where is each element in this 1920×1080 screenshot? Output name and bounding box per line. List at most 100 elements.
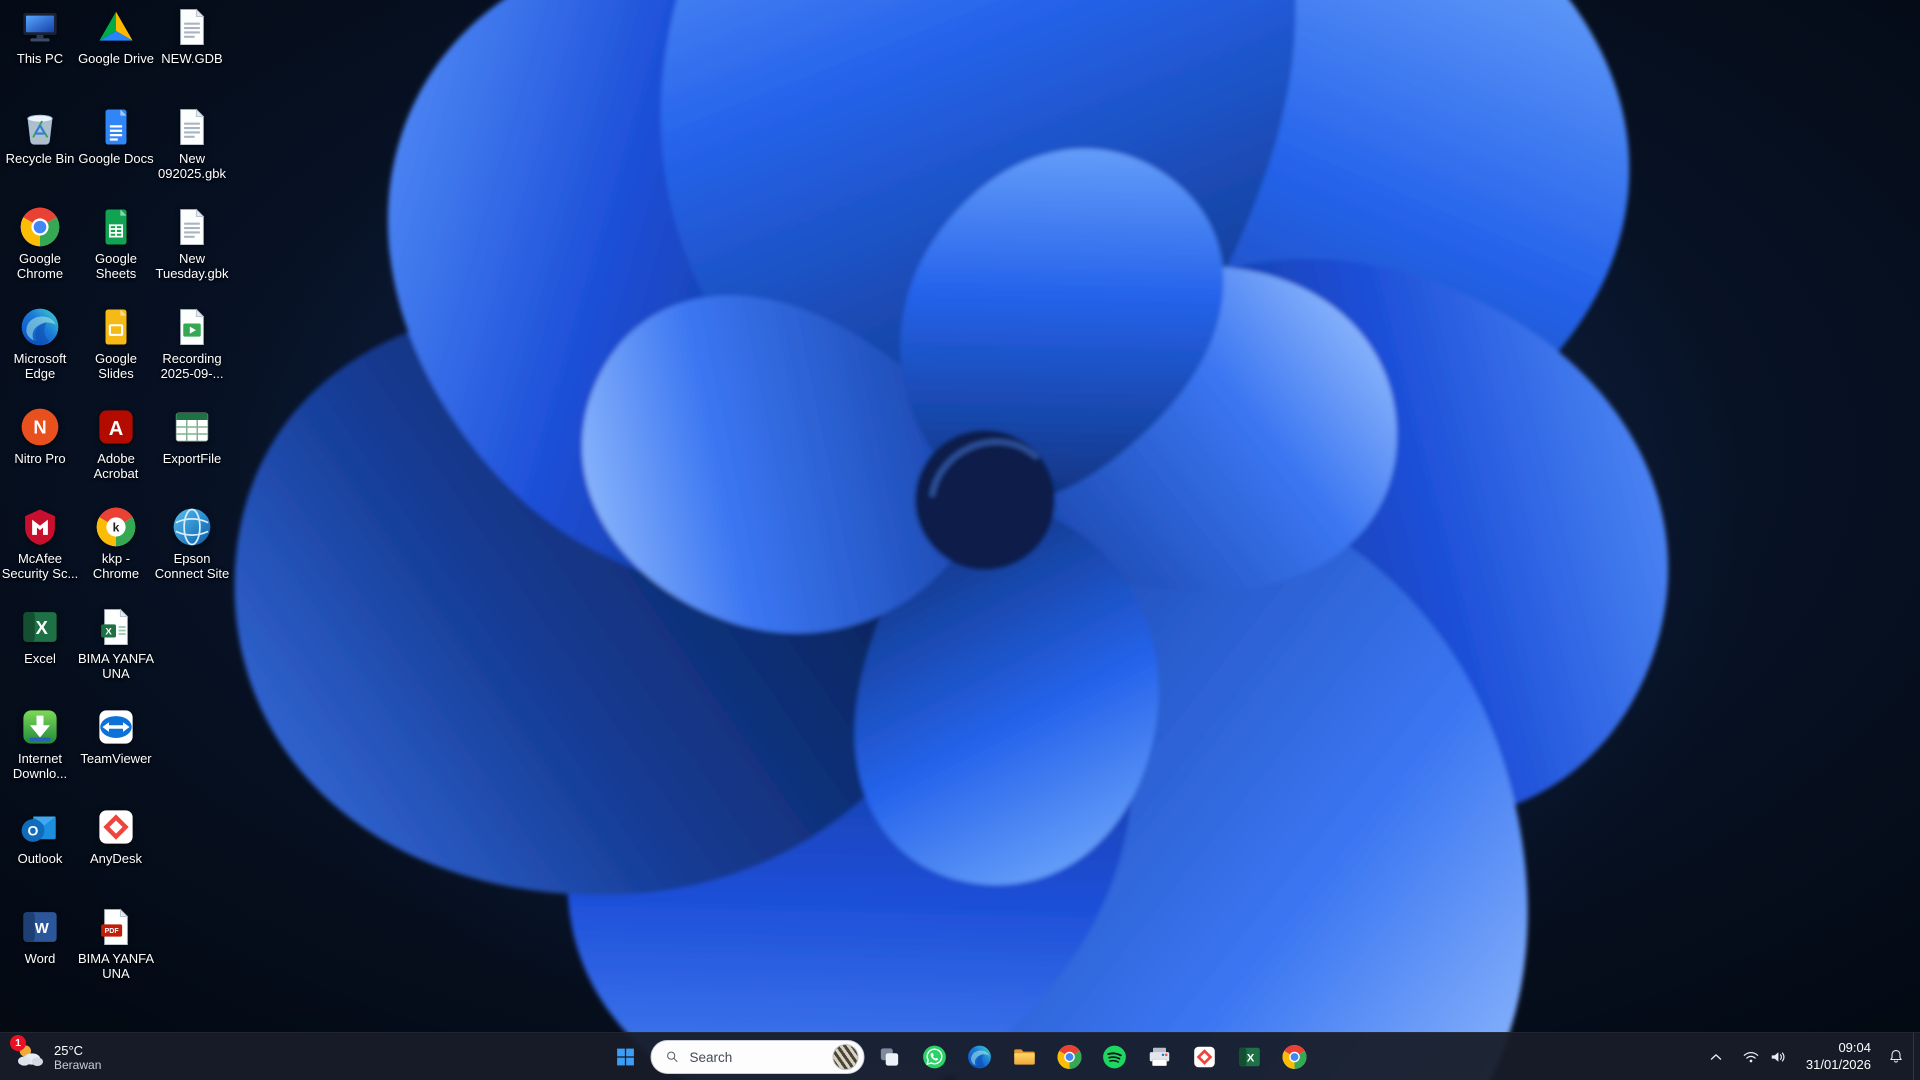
taskbar-whatsapp-button[interactable] xyxy=(915,1037,955,1077)
desktop-icon-new-092025-gbk[interactable]: New 092025.gbk xyxy=(153,106,231,182)
desktop-icon-internet-downlo[interactable]: Internet Downlo... xyxy=(1,706,79,782)
mcafee-icon xyxy=(19,506,61,548)
anydesk-icon xyxy=(95,806,137,848)
taskbar-task-view-button[interactable] xyxy=(870,1037,910,1077)
svg-text:A: A xyxy=(109,418,124,440)
taskbar-center: Search X xyxy=(606,1033,1315,1080)
taskbar-chrome-button-2[interactable] xyxy=(1275,1037,1315,1077)
desktop-icon-label: Google Slides xyxy=(77,352,155,382)
search-daily-image[interactable] xyxy=(833,1044,859,1070)
desktop-icon-microsoft-edge[interactable]: Microsoft Edge xyxy=(1,306,79,382)
desktop-icon-label: This PC xyxy=(17,52,63,67)
acrobat-icon: A xyxy=(95,406,137,448)
file-excel-icon: X xyxy=(95,606,137,648)
desktop-icon-exportfile[interactable]: ExportFile xyxy=(153,406,231,467)
desktop-icon-this-pc[interactable]: This PC xyxy=(1,6,79,67)
desktop-icon-epson-connect-site[interactable]: Epson Connect Site xyxy=(153,506,231,582)
weather-temperature: 25°C xyxy=(54,1043,101,1058)
desktop-icon-google-sheets[interactable]: Google Sheets xyxy=(77,206,155,282)
desktop-icon-label: Nitro Pro xyxy=(14,452,65,467)
desktop-icon-label: Recording 2025-09-... xyxy=(153,352,231,382)
epson-connect-icon xyxy=(171,506,213,548)
taskbar-chrome-button[interactable] xyxy=(1050,1037,1090,1077)
desktop-icon-label: Google Sheets xyxy=(77,252,155,282)
desktop-icon-label: Google Drive xyxy=(78,52,154,67)
this-pc-icon xyxy=(19,6,61,48)
desktop-icon-teamviewer[interactable]: TeamViewer xyxy=(77,706,155,767)
file-generic-icon xyxy=(171,206,213,248)
whatsapp-icon xyxy=(922,1044,948,1070)
desktop-icon-bima-yanfa-una[interactable]: X BIMA YANFA UNA xyxy=(77,606,155,682)
taskbar-anydesk-button[interactable] xyxy=(1185,1037,1225,1077)
desktop-icon-bima-yanfa-una-2[interactable]: PDF BIMA YANFA UNA xyxy=(77,906,155,982)
desktop-icon-nitro-pro[interactable]: N Nitro Pro xyxy=(1,406,79,467)
desktop-icon-excel[interactable]: XExcel xyxy=(1,606,79,667)
desktop-icon-new-tuesday-gbk[interactable]: New Tuesday.gbk xyxy=(153,206,231,282)
search-placeholder: Search xyxy=(690,1050,825,1065)
spotify-icon xyxy=(1102,1044,1128,1070)
edge-icon xyxy=(19,306,61,348)
desktop-icon-google-docs[interactable]: Google Docs xyxy=(77,106,155,167)
desktop-icon-outlook[interactable]: O Outlook xyxy=(1,806,79,867)
clock[interactable]: 09:04 31/01/2026 xyxy=(1798,1036,1879,1078)
desktop-icon-label: NEW.GDB xyxy=(161,52,222,67)
desktop-icon-label: kkp - Chrome xyxy=(77,552,155,582)
file-generic-icon xyxy=(171,6,213,48)
export-file-icon xyxy=(171,406,213,448)
desktop-icon-google-chrome[interactable]: Google Chrome xyxy=(1,206,79,282)
desktop-icon-anydesk[interactable]: AnyDesk xyxy=(77,806,155,867)
desktop-icon-recycle-bin[interactable]: Recycle Bin xyxy=(1,106,79,167)
svg-text:O: O xyxy=(28,822,39,838)
notification-center-button[interactable] xyxy=(1881,1037,1911,1077)
desktop-icon-recording-2025-09[interactable]: Recording 2025-09-... xyxy=(153,306,231,382)
desktop-icon-label: BIMA YANFA UNA xyxy=(77,952,155,982)
desktop-icon-mcafee-security-sc[interactable]: McAfee Security Sc... xyxy=(1,506,79,582)
tray-status-icons[interactable] xyxy=(1733,1041,1796,1073)
start-button[interactable] xyxy=(606,1037,646,1077)
desktop-icon-label: New Tuesday.gbk xyxy=(153,252,231,282)
excel-icon: X xyxy=(1237,1044,1263,1070)
desktop-icon-label: BIMA YANFA UNA xyxy=(77,652,155,682)
file-explorer-icon xyxy=(1012,1044,1038,1070)
svg-text:W: W xyxy=(35,921,50,937)
desktop-icon-label: McAfee Security Sc... xyxy=(1,552,79,582)
taskbar-spotify-button[interactable] xyxy=(1095,1037,1135,1077)
recycle-bin-icon xyxy=(19,106,61,148)
desktop-icon-kkp-chrome[interactable]: kkkp - Chrome xyxy=(77,506,155,582)
weather-condition: Berawan xyxy=(54,1058,101,1072)
desktop-icon-adobe-acrobat[interactable]: AAdobe Acrobat xyxy=(77,406,155,482)
search-box[interactable]: Search xyxy=(651,1040,865,1074)
svg-text:PDF: PDF xyxy=(105,928,120,935)
edge-icon xyxy=(967,1044,993,1070)
desktop-icon-label: TeamViewer xyxy=(80,752,151,767)
taskbar-excel-button[interactable]: X xyxy=(1230,1037,1270,1077)
desktop-icon-google-drive[interactable]: Google Drive xyxy=(77,6,155,67)
svg-text:N: N xyxy=(33,417,46,438)
weather-text: 25°C Berawan xyxy=(54,1043,101,1072)
weather-widget[interactable]: 1 25°C Berawan xyxy=(4,1037,111,1077)
task-view-icon xyxy=(877,1044,903,1070)
excel-icon: X xyxy=(19,606,61,648)
google-sheets-icon xyxy=(95,206,137,248)
tray-overflow-button[interactable] xyxy=(1701,1037,1731,1077)
teamviewer-icon xyxy=(95,706,137,748)
file-recording-icon xyxy=(171,306,213,348)
desktop-icon-grid: This PCGoogle DriveNEW.GDBRecycle BinGoo… xyxy=(0,0,1920,1080)
search-icon xyxy=(664,1048,682,1066)
desktop-icon-new-gdb[interactable]: NEW.GDB xyxy=(153,6,231,67)
desktop-icon-google-slides[interactable]: Google Slides xyxy=(77,306,155,382)
svg-text:X: X xyxy=(105,626,112,637)
show-desktop-button[interactable] xyxy=(1913,1033,1918,1080)
taskbar-printer-button[interactable] xyxy=(1140,1037,1180,1077)
desktop-icon-label: New 092025.gbk xyxy=(153,152,231,182)
taskbar-file-explorer-button[interactable] xyxy=(1005,1037,1045,1077)
volume-icon xyxy=(1768,1047,1788,1067)
desktop-icon-label: Word xyxy=(25,952,56,967)
anydesk-icon xyxy=(1192,1044,1218,1070)
desktop-icon-label: Outlook xyxy=(18,852,63,867)
taskbar-edge-button[interactable] xyxy=(960,1037,1000,1077)
desktop-icon-label: AnyDesk xyxy=(90,852,142,867)
desktop-icon-label: ExportFile xyxy=(163,452,222,467)
desktop-icon-word[interactable]: W Word xyxy=(1,906,79,967)
chrome-icon xyxy=(1282,1044,1308,1070)
